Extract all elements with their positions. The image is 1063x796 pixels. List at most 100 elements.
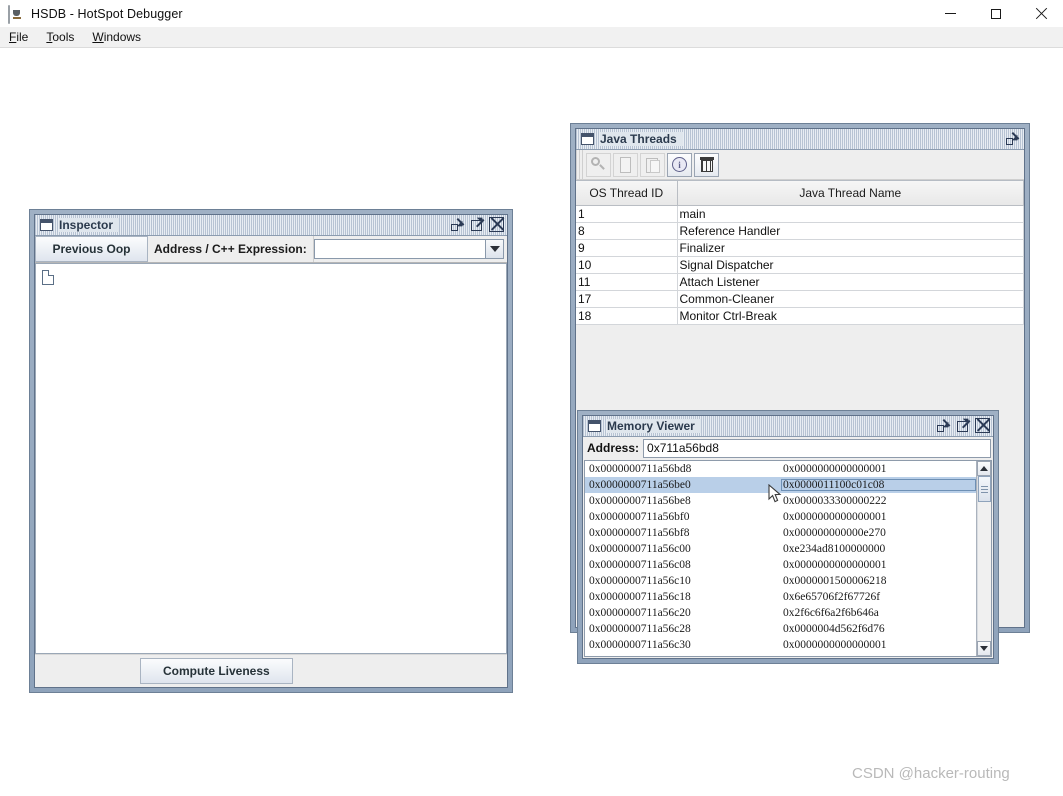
column-header-java-thread-name[interactable]: Java Thread Name xyxy=(677,181,1024,206)
scroll-up-arrow[interactable] xyxy=(977,461,991,476)
mdi-desktop[interactable]: Java Threads i OS Thread ID Java Thread … xyxy=(0,48,1063,796)
memory-row-value: 0x0000000000000001 xyxy=(783,559,887,571)
memory-viewer-window[interactable]: Memory Viewer Address: 0x0000000711a56bd… xyxy=(577,410,999,664)
memory-viewer-titlebar[interactable]: Memory Viewer xyxy=(583,416,993,437)
memory-row-value: 0x0000000000000001 xyxy=(783,511,887,523)
table-header-row: OS Thread ID Java Thread Name xyxy=(576,181,1024,206)
document-icon xyxy=(42,270,54,285)
cell-java-thread-name: Monitor Ctrl-Break xyxy=(677,307,1024,325)
app-root: HSDB - HotSpot Debugger File Tools Windo… xyxy=(0,0,1063,796)
table-row[interactable]: 1 main xyxy=(576,205,1024,223)
close-button[interactable] xyxy=(1018,0,1063,27)
memory-row-value: 0x0000000000000001 xyxy=(783,463,887,475)
scroll-track[interactable] xyxy=(977,476,991,641)
maximize-icon[interactable] xyxy=(956,418,971,433)
inspect-thread-icon[interactable] xyxy=(586,152,611,177)
memory-viewer-title: Memory Viewer xyxy=(607,419,701,433)
memory-row-address: 0x0000000711a56c00 xyxy=(589,543,691,555)
memory-row-address: 0x0000000711a56bf8 xyxy=(589,527,690,539)
memory-row-address: 0x0000000711a56c08 xyxy=(589,559,691,571)
memory-row[interactable]: 0x0000000711a56c18 0x6e65706f2f67726f xyxy=(585,589,976,605)
inspector-tree[interactable] xyxy=(35,263,507,654)
thread-info-icon[interactable]: i xyxy=(667,152,692,177)
chevron-down-icon[interactable] xyxy=(485,239,504,259)
minimize-button[interactable] xyxy=(928,0,973,27)
memory-row[interactable]: 0x0000000711a56bf0 0x0000000000000001 xyxy=(585,509,976,525)
memory-rows-container[interactable]: 0x0000000711a56bd8 0x0000000000000001 0x… xyxy=(584,460,992,657)
memory-row-address: 0x0000000711a56c18 xyxy=(589,591,691,603)
table-row[interactable]: 8 Reference Handler xyxy=(576,222,1024,240)
memory-row-value: 0x0000001500006218 xyxy=(783,575,887,587)
memory-row[interactable]: 0x0000000711a56c28 0x0000004d562f6d76 xyxy=(585,621,976,637)
menu-file[interactable]: File xyxy=(0,28,37,46)
stack-memory-icon[interactable] xyxy=(613,152,638,177)
compute-liveness-button[interactable]: Compute Liveness xyxy=(140,658,293,684)
inspector-window[interactable]: Inspector Previous Oop Address / C++ Exp… xyxy=(29,209,513,693)
maximize-icon[interactable] xyxy=(470,217,485,232)
memory-row-selected[interactable]: 0x0000000711a56be0 0x0000011100c01c08 xyxy=(585,477,976,493)
memory-address-input[interactable] xyxy=(643,438,991,458)
cell-java-thread-name: Signal Dispatcher xyxy=(677,256,1024,274)
memory-row[interactable]: 0x0000000711a56be8 0x0000033300000222 xyxy=(585,493,976,509)
inspector-titlebar[interactable]: Inspector xyxy=(35,215,507,236)
previous-oop-button[interactable]: Previous Oop xyxy=(35,236,148,262)
cell-os-thread-id: 18 xyxy=(576,307,678,325)
memory-row-address: 0x0000000711a56bd8 xyxy=(589,463,692,475)
scroll-thumb[interactable] xyxy=(978,476,991,502)
iconify-icon[interactable] xyxy=(451,217,466,232)
cell-java-thread-name: Reference Handler xyxy=(677,222,1024,240)
menu-tools[interactable]: Tools xyxy=(37,28,83,46)
inspector-title: Inspector xyxy=(59,218,120,232)
memory-scrollbar[interactable] xyxy=(976,461,991,656)
table-row[interactable]: 9 Finalizer xyxy=(576,239,1024,257)
table-row[interactable]: 10 Signal Dispatcher xyxy=(576,256,1024,274)
memory-rows: 0x0000000711a56bd8 0x0000000000000001 0x… xyxy=(585,461,976,656)
memory-row-value: 0x2f6c6f6a2f6b646a xyxy=(783,607,879,619)
memory-row-value: 0x6e65706f2f67726f xyxy=(783,591,881,603)
menu-windows-rest: indows xyxy=(103,30,142,44)
memory-viewer-frame-buttons xyxy=(937,418,990,433)
menu-windows[interactable]: Windows xyxy=(83,28,150,46)
java-threads-frame-buttons xyxy=(1006,131,1021,146)
java-threads-title: Java Threads xyxy=(600,132,683,146)
memory-row[interactable]: 0x0000000711a56bd8 0x0000000000000001 xyxy=(585,461,976,477)
cell-java-thread-name: main xyxy=(677,205,1024,223)
close-icon[interactable] xyxy=(975,418,990,433)
memory-row[interactable]: 0x0000000711a56c00 0xe234ad8100000000 xyxy=(585,541,976,557)
memory-row-address: 0x0000000711a56c30 xyxy=(589,639,691,651)
table-row[interactable]: 18 Monitor Ctrl-Break xyxy=(576,307,1024,325)
monitor-cache-dump-icon[interactable] xyxy=(694,152,719,177)
memory-row[interactable]: 0x0000000711a56c20 0x2f6c6f6a2f6b646a xyxy=(585,605,976,621)
memory-address-label: Address: xyxy=(587,441,640,455)
memory-row-address: 0x0000000711a56be8 xyxy=(589,495,691,507)
maximize-button[interactable] xyxy=(973,0,1018,27)
memory-row[interactable]: 0x0000000711a56c08 0x0000000000000001 xyxy=(585,557,976,573)
cell-os-thread-id: 1 xyxy=(576,205,678,223)
stack-trace-icon[interactable] xyxy=(640,152,665,177)
close-icon[interactable] xyxy=(489,217,504,232)
inspector-toolbar: Previous Oop Address / C++ Expression: xyxy=(35,236,507,263)
table-row[interactable]: 17 Common-Cleaner xyxy=(576,290,1024,308)
java-threads-titlebar[interactable]: Java Threads xyxy=(576,129,1024,150)
internal-frame-icon xyxy=(40,219,53,231)
table-row[interactable]: 11 Attach Listener xyxy=(576,273,1024,291)
memory-row[interactable]: 0x0000000711a56c30 0x0000000000000001 xyxy=(585,637,976,653)
memory-row[interactable]: 0x0000000711a56bf8 0x000000000000e270 xyxy=(585,525,976,541)
menubar: File Tools Windows xyxy=(0,27,1063,48)
cell-os-thread-id: 11 xyxy=(576,273,678,291)
cell-os-thread-id: 17 xyxy=(576,290,678,308)
iconify-icon[interactable] xyxy=(937,418,952,433)
watermark: CSDN @hacker-routing xyxy=(852,765,1010,782)
cell-os-thread-id: 8 xyxy=(576,222,678,240)
address-expression-combobox[interactable] xyxy=(313,236,507,262)
memory-row[interactable]: 0x0000000711a56c10 0x0000001500006218 xyxy=(585,573,976,589)
memory-row-address: 0x0000000711a56bf0 xyxy=(589,511,690,523)
iconify-icon[interactable] xyxy=(1006,131,1021,146)
memory-row-address: 0x0000000711a56c10 xyxy=(589,575,691,587)
memory-row-value: 0x000000000000e270 xyxy=(783,527,886,539)
scroll-down-arrow[interactable] xyxy=(977,641,991,656)
memory-row-address: 0x0000000711a56c28 xyxy=(589,623,691,635)
address-expression-input[interactable] xyxy=(313,239,485,259)
internal-frame-icon xyxy=(581,133,594,145)
column-header-os-thread-id[interactable]: OS Thread ID xyxy=(576,181,678,206)
